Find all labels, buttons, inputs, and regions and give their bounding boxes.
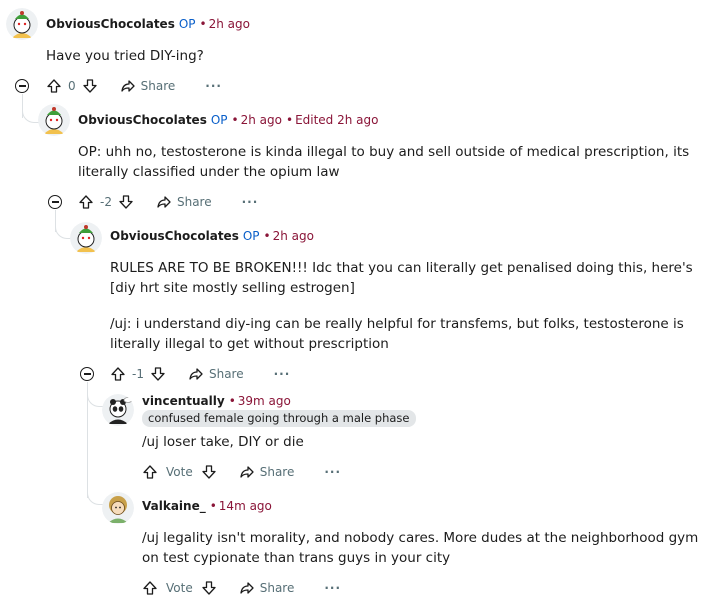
share-button[interactable]: Share bbox=[156, 194, 212, 210]
downvote-icon[interactable] bbox=[201, 580, 217, 596]
op-badge: OP bbox=[242, 229, 260, 243]
collapse-thread-button[interactable] bbox=[48, 195, 62, 209]
comment-meta: Valkaine_ • 14m ago bbox=[142, 499, 272, 513]
share-button[interactable]: Share bbox=[239, 464, 294, 480]
share-icon bbox=[120, 80, 135, 92]
comment-paragraph: /uj loser take, DIY or die bbox=[142, 434, 304, 450]
timestamp[interactable]: 2h ago bbox=[209, 17, 250, 31]
comment-actions: Vote Share ··· bbox=[142, 578, 341, 598]
collapse-thread-button[interactable] bbox=[80, 367, 94, 381]
avatar[interactable] bbox=[102, 394, 134, 426]
comment-actions: 0 Share ··· bbox=[46, 76, 222, 96]
share-button[interactable]: Share bbox=[188, 366, 244, 382]
comment-meta: ObviousChocolates OP • 2h ago bbox=[110, 229, 314, 243]
comment-paragraph: RULES ARE TO BE BROKEN!!! Idc that you c… bbox=[110, 260, 693, 296]
comment-paragraph: OP: uhh no, testosterone is kinda illega… bbox=[78, 144, 690, 180]
downvote-icon[interactable] bbox=[82, 78, 98, 94]
share-button[interactable]: Share bbox=[239, 580, 294, 596]
score: -2 bbox=[100, 195, 112, 209]
author-name[interactable]: ObviousChocolates bbox=[110, 229, 239, 243]
score: -1 bbox=[132, 367, 144, 381]
upvote-icon[interactable] bbox=[78, 194, 94, 210]
collapse-thread-button[interactable] bbox=[15, 79, 29, 93]
comment-actions: Vote Share ··· bbox=[142, 462, 341, 482]
avatar[interactable] bbox=[38, 104, 70, 136]
timestamp[interactable]: 2h ago bbox=[241, 113, 282, 127]
comment-paragraph: /uj: i understand diy-ing can be really … bbox=[110, 316, 684, 352]
share-button[interactable]: Share bbox=[120, 78, 175, 94]
score: 0 bbox=[68, 79, 76, 93]
author-name[interactable]: vincentually bbox=[142, 394, 225, 408]
upvote-icon[interactable] bbox=[142, 464, 158, 480]
more-options-button[interactable]: ··· bbox=[324, 581, 341, 595]
upvote-icon[interactable] bbox=[46, 78, 62, 94]
comment-body: RULES ARE TO BE BROKEN!!! Idc that you c… bbox=[110, 258, 718, 354]
comment-actions: -2 Share ··· bbox=[78, 192, 258, 212]
timestamp[interactable]: 2h ago bbox=[273, 229, 314, 243]
more-options-button[interactable]: ··· bbox=[324, 465, 341, 479]
vote-label: Vote bbox=[166, 581, 193, 595]
comment-paragraph: /uj legality isn't morality, and nobody … bbox=[142, 530, 699, 566]
comment-body: /uj legality isn't morality, and nobody … bbox=[142, 528, 712, 568]
avatar[interactable] bbox=[70, 222, 102, 254]
op-badge: OP bbox=[178, 17, 196, 31]
upvote-icon[interactable] bbox=[110, 366, 126, 382]
user-flair: confused female going through a male pha… bbox=[142, 410, 416, 427]
share-icon bbox=[189, 368, 203, 380]
downvote-icon[interactable] bbox=[150, 366, 166, 382]
comment-meta: ObviousChocolates OP • 2h ago • Edited 2h ago bbox=[78, 113, 379, 127]
author-name[interactable]: ObviousChocolates bbox=[46, 17, 175, 31]
avatar[interactable] bbox=[102, 492, 134, 524]
timestamp[interactable]: 14m ago bbox=[219, 499, 272, 513]
share-icon bbox=[240, 466, 254, 478]
downvote-icon[interactable] bbox=[201, 464, 217, 480]
share-icon bbox=[240, 582, 254, 594]
thread-curve-1 bbox=[22, 104, 39, 123]
downvote-icon[interactable] bbox=[118, 194, 134, 210]
comment-body: Have you tried DIY-ing? bbox=[46, 46, 706, 66]
more-options-button[interactable]: ··· bbox=[242, 195, 259, 209]
more-options-button[interactable]: ··· bbox=[274, 367, 291, 381]
thread-curve-4 bbox=[87, 490, 104, 505]
timestamp[interactable]: 39m ago bbox=[238, 394, 291, 408]
author-name[interactable]: ObviousChocolates bbox=[78, 113, 207, 127]
comment-body: OP: uhh no, testosterone is kinda illega… bbox=[78, 142, 698, 182]
share-icon bbox=[157, 196, 171, 208]
upvote-icon[interactable] bbox=[142, 580, 158, 596]
edited-label: Edited 2h ago bbox=[295, 113, 379, 127]
comment-actions: -1 Share ··· bbox=[110, 364, 290, 384]
vote-label: Vote bbox=[166, 465, 193, 479]
author-name[interactable]: Valkaine_ bbox=[142, 499, 206, 513]
op-badge: OP bbox=[210, 113, 228, 127]
comment-meta: vincentually • 39m ago bbox=[142, 394, 291, 408]
comment-body: /uj loser take, DIY or die bbox=[142, 432, 712, 452]
avatar[interactable] bbox=[6, 8, 38, 40]
thread-curve-3 bbox=[87, 392, 104, 407]
comment-meta: ObviousChocolates OP • 2h ago bbox=[46, 17, 250, 31]
more-options-button[interactable]: ··· bbox=[205, 79, 222, 93]
comment-paragraph: Have you tried DIY-ing? bbox=[46, 48, 204, 64]
